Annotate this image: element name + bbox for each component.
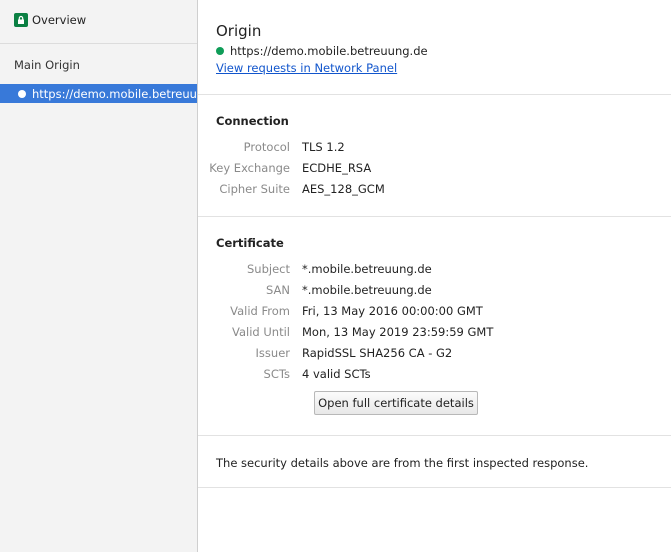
security-sidebar: Overview Main Origin https://demo.mobile… bbox=[0, 0, 198, 552]
sidebar-divider bbox=[0, 43, 197, 44]
detail-key: Protocol bbox=[243, 139, 290, 154]
detail-key: SCTs bbox=[263, 366, 290, 381]
sidebar-item-label: https://demo.mobile.betreuung.de bbox=[32, 86, 197, 101]
detail-row: Key Exchange ECDHE_RSA bbox=[198, 157, 671, 178]
lock-icon bbox=[14, 13, 28, 27]
detail-key: Subject bbox=[247, 261, 290, 276]
detail-value: TLS 1.2 bbox=[302, 139, 345, 154]
detail-value: AES_128_GCM bbox=[302, 181, 385, 196]
origin-url: https://demo.mobile.betreuung.de bbox=[230, 44, 428, 58]
detail-row: Issuer RapidSSL SHA256 CA - G2 bbox=[198, 342, 671, 363]
detail-key: Valid From bbox=[230, 303, 290, 318]
connection-details: Protocol TLS 1.2 Key Exchange ECDHE_RSA … bbox=[198, 136, 671, 199]
certificate-details: Subject *.mobile.betreuung.de SAN *.mobi… bbox=[198, 258, 671, 384]
sidebar-item-main-origin[interactable]: https://demo.mobile.betreuung.de bbox=[0, 84, 197, 103]
secure-dot-icon bbox=[216, 47, 224, 55]
detail-value: Fri, 13 May 2016 00:00:00 GMT bbox=[302, 303, 483, 318]
security-details-panel: Origin https://demo.mobile.betreuung.de … bbox=[198, 0, 671, 552]
divider bbox=[198, 487, 671, 488]
connection-title: Connection bbox=[216, 114, 289, 128]
detail-row: Valid Until Mon, 13 May 2019 23:59:59 GM… bbox=[198, 321, 671, 342]
origin-title: Origin bbox=[216, 22, 262, 40]
detail-row: Valid From Fri, 13 May 2016 00:00:00 GMT bbox=[198, 300, 671, 321]
origin-url-row: https://demo.mobile.betreuung.de bbox=[216, 44, 428, 58]
detail-key: Issuer bbox=[255, 345, 290, 360]
divider bbox=[198, 435, 671, 436]
divider bbox=[198, 216, 671, 217]
detail-row: Protocol TLS 1.2 bbox=[198, 136, 671, 157]
detail-key: Cipher Suite bbox=[219, 181, 290, 196]
detail-value: *.mobile.betreuung.de bbox=[302, 282, 432, 297]
network-panel-link[interactable]: View requests in Network Panel bbox=[216, 61, 428, 75]
detail-row: SCTs 4 valid SCTs bbox=[198, 363, 671, 384]
detail-value: 4 valid SCTs bbox=[302, 366, 371, 381]
sidebar-item-overview[interactable]: Overview bbox=[14, 12, 86, 28]
origin-header: Origin https://demo.mobile.betreuung.de … bbox=[216, 22, 428, 75]
detail-row: Subject *.mobile.betreuung.de bbox=[198, 258, 671, 279]
detail-row: SAN *.mobile.betreuung.de bbox=[198, 279, 671, 300]
origin-dot-icon bbox=[18, 89, 26, 98]
detail-value: *.mobile.betreuung.de bbox=[302, 261, 432, 276]
detail-value: ECDHE_RSA bbox=[302, 160, 372, 175]
sidebar-item-label: Overview bbox=[32, 13, 87, 27]
detail-row: Cipher Suite AES_128_GCM bbox=[198, 178, 671, 199]
detail-value: RapidSSL SHA256 CA - G2 bbox=[302, 345, 453, 360]
detail-value: Mon, 13 May 2019 23:59:59 GMT bbox=[302, 324, 494, 339]
detail-key: Valid Until bbox=[232, 324, 290, 339]
sidebar-section-title: Main Origin bbox=[14, 58, 80, 72]
divider bbox=[198, 94, 671, 95]
detail-key: SAN bbox=[266, 282, 290, 297]
detail-key: Key Exchange bbox=[209, 160, 290, 175]
certificate-title: Certificate bbox=[216, 236, 284, 250]
open-certificate-button[interactable]: Open full certificate details bbox=[314, 391, 478, 415]
security-footnote: The security details above are from the … bbox=[216, 456, 589, 470]
